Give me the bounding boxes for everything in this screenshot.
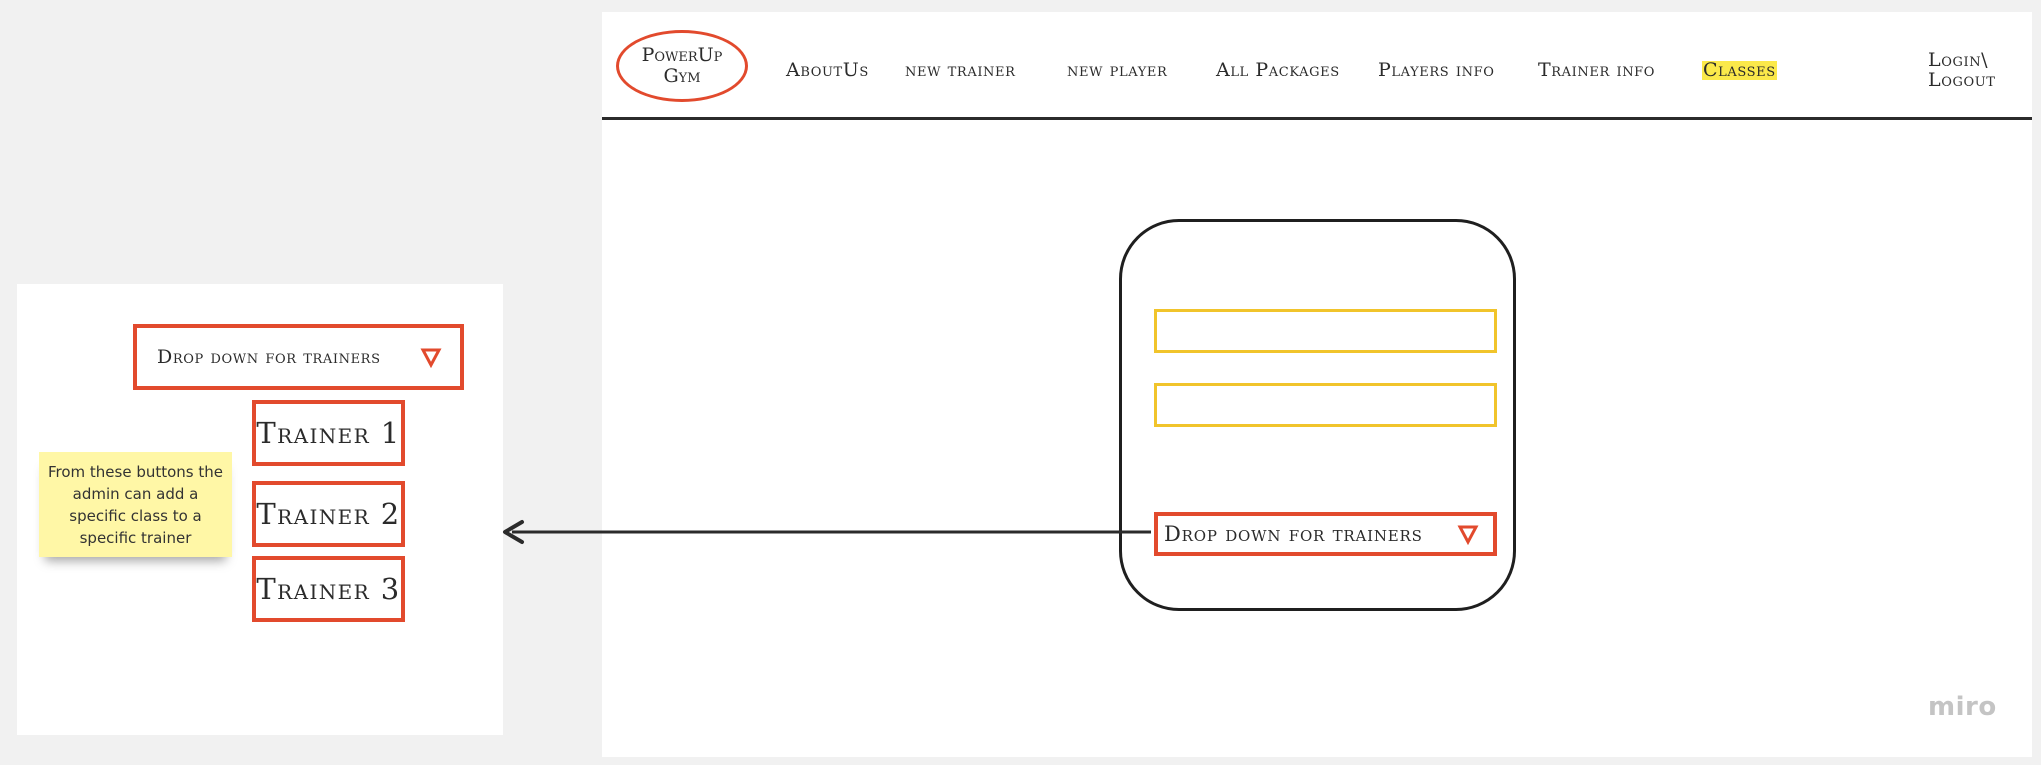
logout-label: Logout: [1928, 69, 1996, 91]
trainer-select-dropdown[interactable]: Drop down for trainers: [1154, 512, 1497, 556]
class-field-1[interactable]: [1154, 309, 1497, 353]
trainer-3-button[interactable]: Trainer 3: [252, 556, 405, 622]
login-logout-link[interactable]: Login\ Logout: [1928, 50, 1996, 90]
nav-item-aboutus[interactable]: AboutUs: [786, 61, 869, 80]
trainer-select-label: Drop down for trainers: [1164, 522, 1423, 546]
nav-divider: [602, 117, 2032, 120]
trainer-dropdown-label: Drop down for trainers: [157, 346, 381, 368]
nav-item-trainer-info[interactable]: Trainer info: [1538, 61, 1655, 80]
logo-line-2: Gym: [663, 65, 701, 87]
trainer-1-button[interactable]: Trainer 1: [252, 400, 405, 466]
nav-item-classes[interactable]: Classes: [1702, 61, 1777, 80]
nav-item-all-packages[interactable]: All Packages: [1216, 61, 1340, 80]
logo[interactable]: PowerUp Gym: [616, 30, 748, 102]
triangle-down-icon: [420, 348, 442, 368]
sticky-note: From these buttons the admin can add a s…: [39, 452, 232, 557]
sticky-note-text: From these buttons the admin can add a s…: [47, 462, 224, 547]
trainer-dropdown[interactable]: Drop down for trainers: [133, 324, 464, 390]
nav-item-new-player[interactable]: new player: [1067, 61, 1167, 80]
triangle-down-icon: [1457, 525, 1479, 545]
login-label: Login\: [1928, 49, 1989, 71]
miro-watermark: miro: [1928, 692, 1997, 722]
nav-item-new-trainer[interactable]: new trainer: [905, 61, 1016, 80]
nav-item-players-info[interactable]: Players info: [1378, 61, 1494, 80]
logo-line-1: PowerUp: [641, 44, 723, 66]
class-form-card: Drop down for trainers: [1119, 219, 1516, 611]
class-field-2[interactable]: [1154, 383, 1497, 427]
classes-page-frame: PowerUp Gym AboutUs new trainer new play…: [602, 12, 2032, 757]
trainer-2-button[interactable]: Trainer 2: [252, 481, 405, 547]
trainer-dropdown-detail-frame: Drop down for trainers Trainer 1 Trainer…: [17, 284, 503, 735]
